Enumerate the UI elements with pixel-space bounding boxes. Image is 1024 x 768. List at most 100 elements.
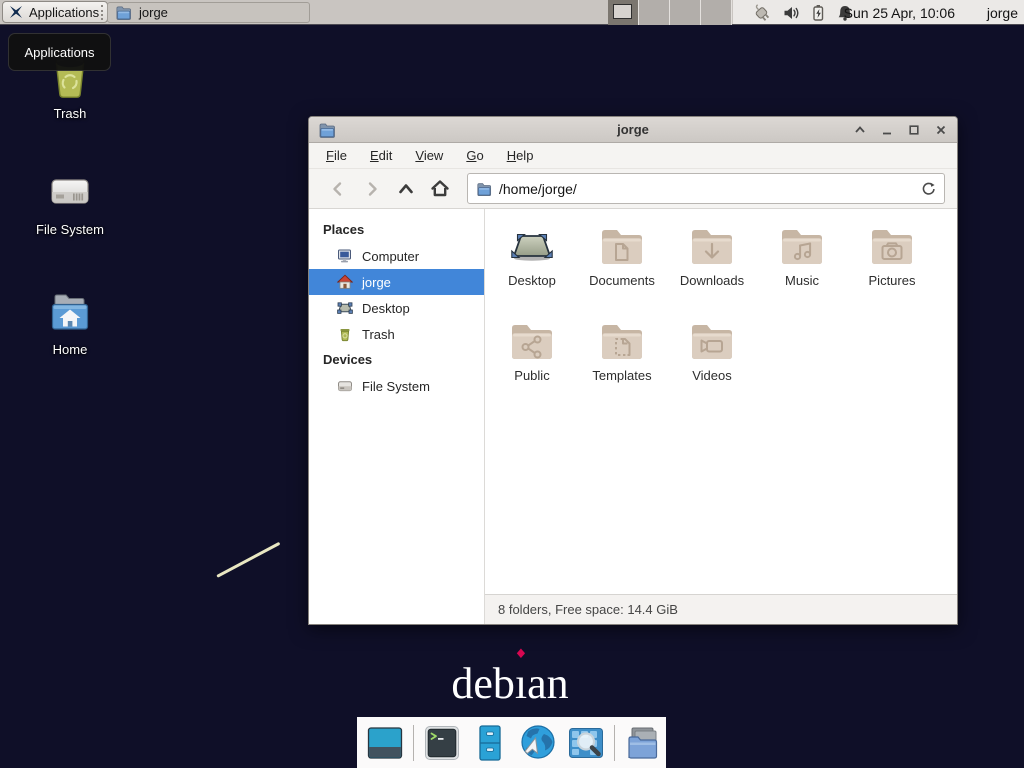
file-item-templates[interactable]: Templates xyxy=(577,318,667,413)
taskbar-window-button[interactable]: jorge xyxy=(107,2,310,23)
sidebar-item-label: Trash xyxy=(362,327,395,342)
workspace-4[interactable] xyxy=(701,0,732,25)
application-finder-launcher[interactable] xyxy=(566,723,606,763)
trash-icon xyxy=(337,326,353,342)
file-manager-window: jorge File Edit View Go Help xyxy=(308,116,958,625)
sidebar-item-computer[interactable]: Computer xyxy=(309,243,484,269)
sidebar-item-label: Desktop xyxy=(362,301,410,316)
menu-go[interactable]: Go xyxy=(463,146,486,165)
directory-menu-launcher[interactable] xyxy=(623,723,663,763)
maximize-button[interactable] xyxy=(907,123,921,137)
panel-clock[interactable]: Sun 25 Apr, 10:06 xyxy=(844,0,955,25)
desktop-icon-home[interactable]: Home xyxy=(18,288,122,357)
web-browser-launcher[interactable] xyxy=(518,723,558,763)
file-item-pictures[interactable]: Pictures xyxy=(847,223,937,318)
home-icon xyxy=(337,274,353,290)
volume-icon[interactable] xyxy=(782,4,800,22)
sidebar-item-desktop[interactable]: Desktop xyxy=(309,295,484,321)
system-tray xyxy=(751,0,854,25)
panel-username[interactable]: jorge xyxy=(987,0,1018,25)
file-item-music[interactable]: Music xyxy=(757,223,847,318)
panel-separator-handle xyxy=(101,5,104,20)
logo-text-part: ı xyxy=(515,659,527,708)
file-item-public[interactable]: Public xyxy=(487,318,577,413)
battery-charging-icon[interactable] xyxy=(809,3,827,22)
desktop-icon-label: Trash xyxy=(54,106,87,121)
window-titlebar[interactable]: jorge xyxy=(309,117,957,143)
status-text: 8 folders, Free space: 14.4 GiB xyxy=(498,602,678,617)
terminal-launcher[interactable] xyxy=(422,723,462,763)
debian-red-diamond: ◆ xyxy=(517,647,525,660)
file-item-downloads[interactable]: Downloads xyxy=(667,223,757,318)
path-bar[interactable]: /home/jorge/ xyxy=(467,173,945,204)
desktop-icon-label: File System xyxy=(36,222,104,237)
desktop-icon-file-system[interactable]: File System xyxy=(18,168,122,237)
file-item-label: Public xyxy=(514,368,549,383)
up-button[interactable] xyxy=(389,174,423,204)
applications-menu-button[interactable]: Applications xyxy=(2,1,108,23)
drive-icon xyxy=(337,378,353,394)
minimize-button[interactable] xyxy=(880,123,894,137)
sidebar-item-file-system[interactable]: File System xyxy=(309,373,484,399)
workspace-2[interactable] xyxy=(639,0,670,25)
documents-folder-icon xyxy=(598,223,646,271)
videos-folder-icon xyxy=(688,318,736,366)
home-folder-icon xyxy=(45,288,95,336)
desktop-root: Applications jorge xyxy=(0,0,1024,768)
back-button[interactable] xyxy=(321,174,355,204)
menu-bar: File Edit View Go Help xyxy=(309,143,957,169)
forward-button[interactable] xyxy=(355,174,389,204)
sidebar-header-places: Places xyxy=(309,217,484,243)
dock-separator xyxy=(413,725,414,761)
file-item-label: Downloads xyxy=(680,273,744,288)
taskbar-window-label: jorge xyxy=(139,5,168,20)
sidebar: Places Computer xyxy=(309,209,485,624)
show-desktop-button[interactable] xyxy=(365,723,405,763)
sidebar-header-devices: Devices xyxy=(309,347,484,373)
public-folder-icon xyxy=(508,318,556,366)
workspace-switcher xyxy=(608,0,732,25)
file-item-label: Templates xyxy=(592,368,651,383)
close-button[interactable] xyxy=(934,123,948,137)
file-item-desktop[interactable]: Desktop xyxy=(487,223,577,318)
file-item-label: Videos xyxy=(692,368,732,383)
sidebar-item-trash[interactable]: Trash xyxy=(309,321,484,347)
workspace-3[interactable] xyxy=(670,0,701,25)
desktop-icon xyxy=(337,300,353,316)
show-desktop-icon xyxy=(365,723,405,763)
shade-button[interactable] xyxy=(853,123,867,137)
menu-view[interactable]: View xyxy=(412,146,446,165)
menu-help[interactable]: Help xyxy=(504,146,537,165)
workspace-1[interactable] xyxy=(608,0,639,25)
dock-separator xyxy=(614,725,615,761)
music-folder-icon xyxy=(778,223,826,271)
path-input[interactable]: /home/jorge/ xyxy=(499,181,914,197)
file-item-label: Documents xyxy=(589,273,655,288)
templates-folder-icon xyxy=(598,318,646,366)
folder-icon xyxy=(115,4,132,21)
network-plug-icon[interactable] xyxy=(751,3,773,23)
menu-edit[interactable]: Edit xyxy=(367,146,395,165)
file-cabinet-launcher[interactable] xyxy=(470,723,510,763)
cursor-trail-line xyxy=(216,542,280,578)
file-item-videos[interactable]: Videos xyxy=(667,318,757,413)
applications-menu-label: Applications xyxy=(29,5,99,20)
home-button[interactable] xyxy=(423,174,457,204)
desktop-icon-label: Home xyxy=(53,342,88,357)
sidebar-item-jorge[interactable]: jorge xyxy=(309,269,484,295)
downloads-folder-icon xyxy=(688,223,736,271)
status-bar: 8 folders, Free space: 14.4 GiB xyxy=(485,594,957,624)
computer-icon xyxy=(337,248,353,264)
directory-menu-folder-icon xyxy=(623,723,663,763)
top-panel: Applications jorge xyxy=(0,0,1024,25)
file-item-documents[interactable]: Documents xyxy=(577,223,667,318)
file-item-label: Music xyxy=(785,273,819,288)
workspace-window-thumbnail xyxy=(613,4,632,19)
logo-text-part: deb xyxy=(451,658,515,709)
path-folder-icon xyxy=(476,181,492,197)
menu-file[interactable]: File xyxy=(323,146,350,165)
toolbar: /home/jorge/ xyxy=(309,169,957,209)
applications-menu-icon xyxy=(8,4,24,20)
reload-icon[interactable] xyxy=(921,181,936,196)
sidebar-item-label: File System xyxy=(362,379,430,394)
